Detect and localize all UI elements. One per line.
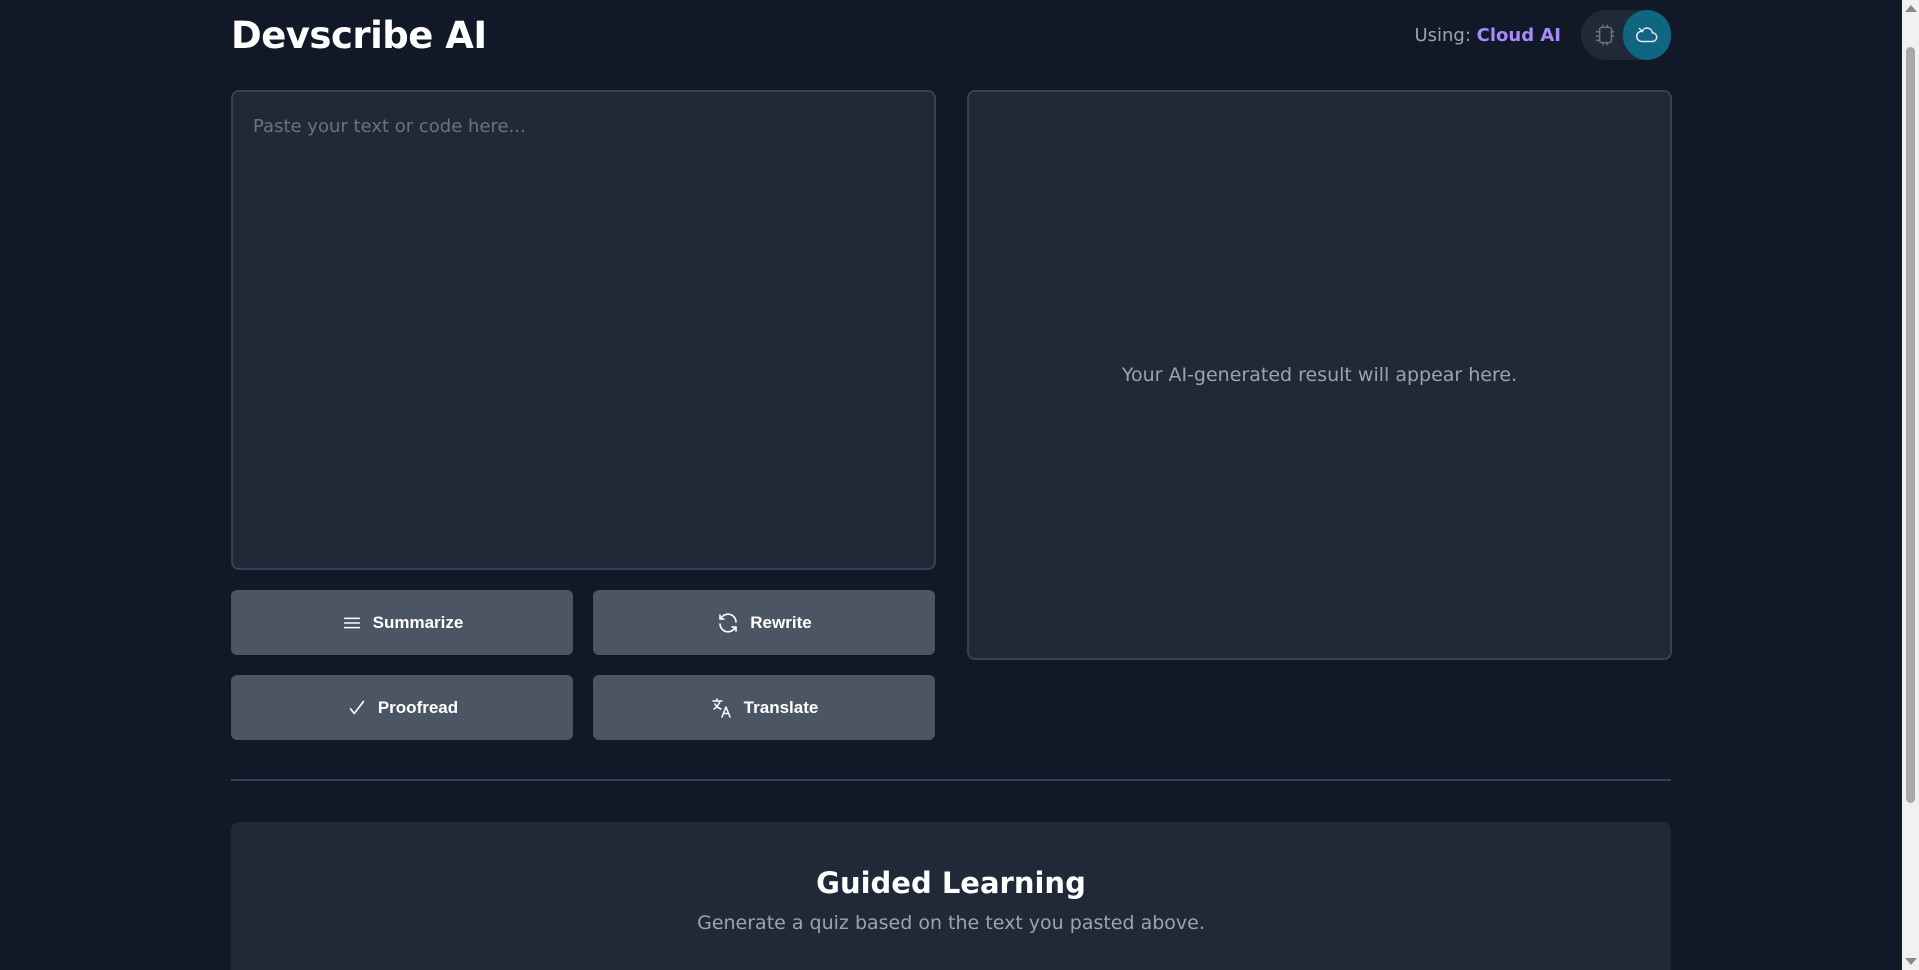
page-scrollbar[interactable] [1902, 0, 1919, 970]
engine-status-label: Using: [1414, 25, 1471, 46]
rewrite-button[interactable]: Rewrite [593, 590, 935, 655]
ai-mode-toggle[interactable] [1581, 10, 1671, 60]
translate-label: Translate [743, 697, 819, 717]
proofread-label: Proofread [377, 697, 459, 717]
scroll-down-arrow-icon[interactable] [1905, 958, 1917, 965]
refresh-icon [719, 612, 738, 633]
output-panel: Your AI-generated result will appear her… [967, 90, 1672, 660]
guided-learning-subtitle: Generate a quiz based on the text you pa… [697, 912, 1205, 934]
summarize-label: Summarize [372, 612, 464, 632]
translate-button[interactable]: Translate [593, 675, 935, 740]
engine-status: Using: Cloud AI [1414, 25, 1561, 46]
engine-name: Cloud AI [1476, 25, 1561, 46]
output-placeholder: Your AI-generated result will appear her… [1121, 364, 1518, 386]
translate-icon [711, 697, 731, 718]
main-container: Devscribe AI Using: Cloud AI Paste your … [231, 0, 1672, 970]
header: Devscribe AI Using: Cloud AI [231, 0, 1671, 90]
cloud-ai-option[interactable] [1623, 10, 1671, 60]
page: Devscribe AI Using: Cloud AI Paste your … [0, 0, 1919, 970]
scroll-up-arrow-icon[interactable] [1905, 5, 1917, 12]
rewrite-label: Rewrite [750, 612, 812, 632]
proofread-button[interactable]: Proofread [231, 675, 573, 740]
cloud-icon [1635, 27, 1658, 43]
check-icon [349, 700, 365, 714]
text-input[interactable] [231, 90, 936, 570]
summarize-button[interactable]: Summarize [231, 590, 573, 655]
guided-learning-section: Guided Learning Generate a quiz based on… [231, 822, 1671, 970]
local-ai-option[interactable] [1581, 10, 1629, 60]
chip-icon [1595, 24, 1615, 46]
app-title: Devscribe AI [231, 14, 487, 57]
lines-icon [343, 617, 360, 628]
guided-learning-title: Guided Learning [816, 866, 1086, 900]
section-divider [231, 779, 1671, 781]
scrollbar-thumb[interactable] [1906, 47, 1915, 803]
